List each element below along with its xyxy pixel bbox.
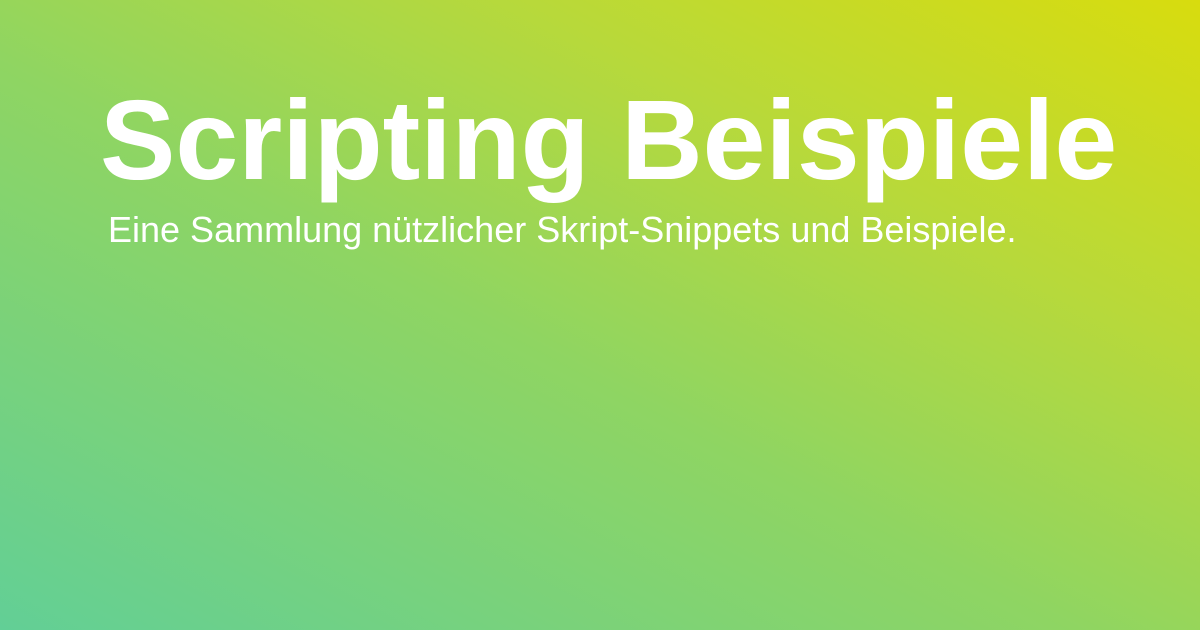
page-title: Scripting Beispiele <box>100 77 1118 203</box>
page-subtitle: Eine Sammlung nützlicher Skript-Snippets… <box>108 209 1017 250</box>
